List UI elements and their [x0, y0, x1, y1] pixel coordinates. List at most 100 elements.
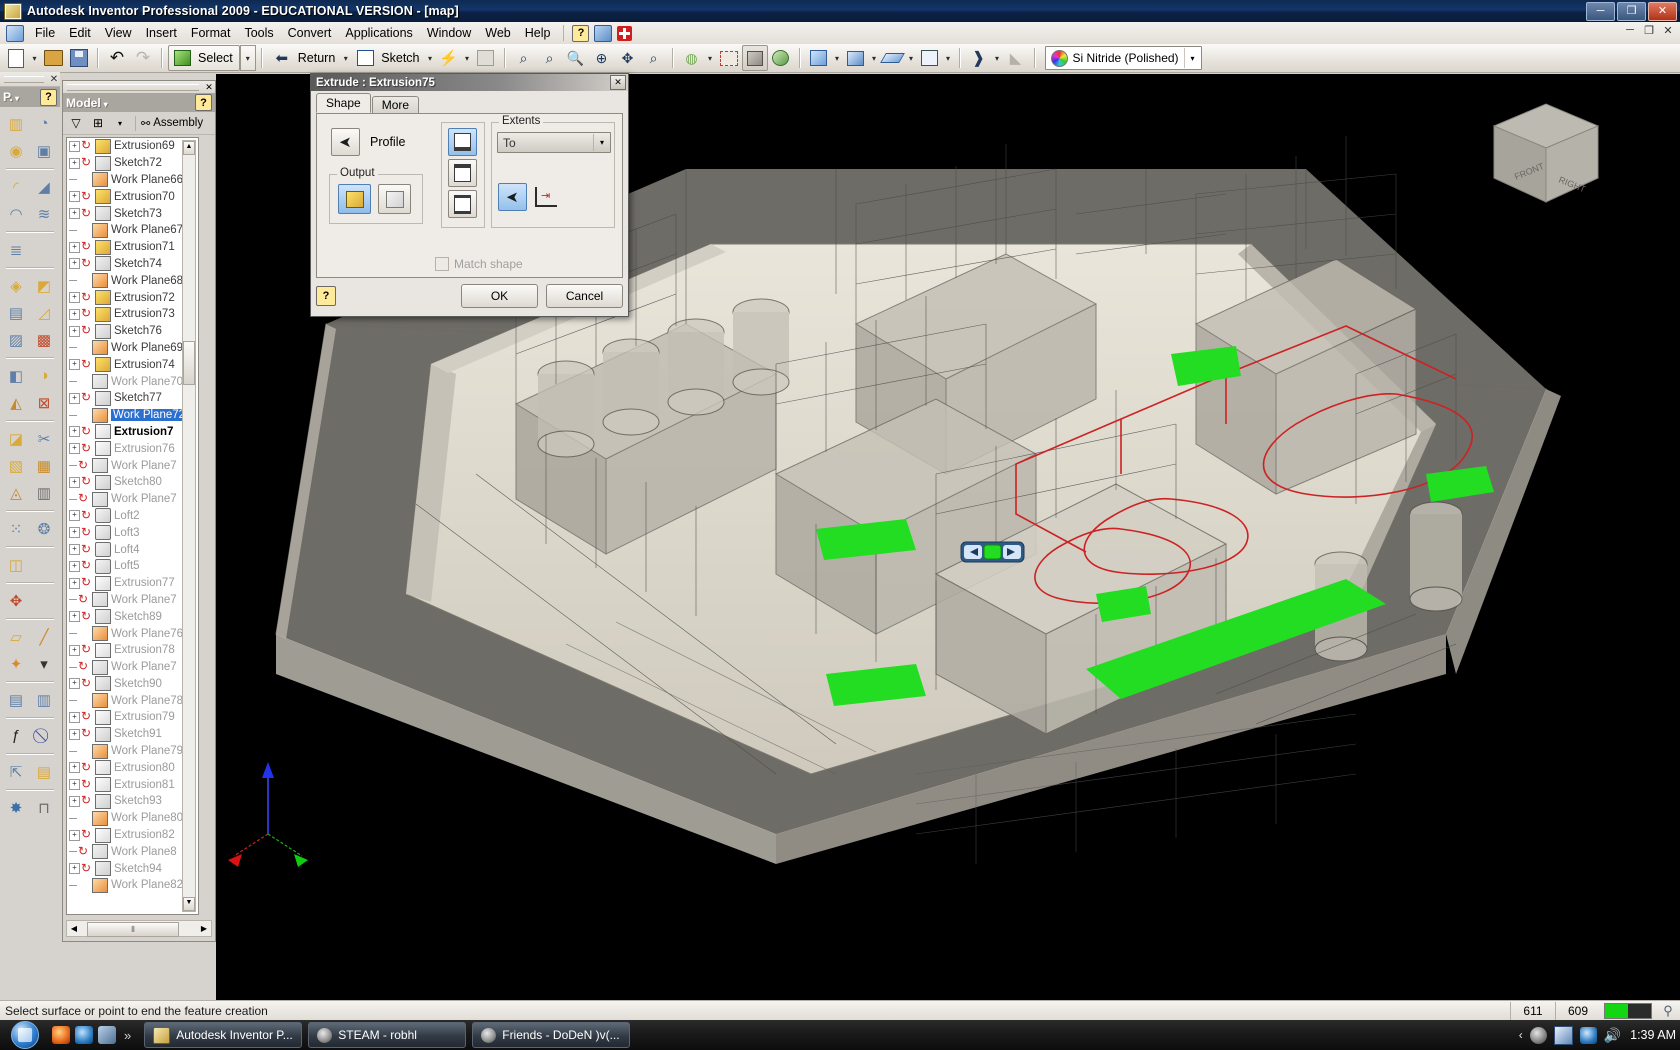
match-shape-row[interactable]: Match shape — [435, 257, 523, 271]
internet-explorer-icon[interactable] — [75, 1026, 93, 1044]
derive-icon[interactable]: ▩ — [31, 327, 57, 352]
direction-symmetric-button[interactable] — [448, 190, 477, 218]
tree-item-extrusion70[interactable]: + Extrusion70 — [67, 188, 184, 205]
save-file-icon[interactable] — [66, 45, 92, 71]
tree-item-work-plane82[interactable]: Work Plane82 — [67, 877, 184, 894]
direction-1-button[interactable] — [448, 128, 477, 156]
tree-expand-icon[interactable]: + — [69, 208, 80, 220]
minimize-button[interactable]: ─ — [1586, 2, 1615, 21]
tree-expand-icon[interactable]: + — [69, 577, 80, 589]
steam-tray-icon[interactable] — [1529, 1026, 1547, 1044]
fillet-icon[interactable]: ◜ — [3, 174, 29, 199]
tree-item-sketch73[interactable]: + Sketch73 — [67, 205, 184, 222]
extrude-dialog[interactable]: Extrude : Extrusion75 ✕ Shape More ➤ Pro… — [310, 73, 629, 317]
tree-expand-icon[interactable]: + — [69, 476, 80, 488]
tree-item-sketch77[interactable]: + Sketch77 — [67, 390, 184, 407]
return-dropdown-icon[interactable]: ▾ — [340, 47, 351, 69]
taskbar-item-steam[interactable]: STEAM - robhl — [308, 1022, 467, 1048]
tree-scroll-left-icon[interactable]: ◀ — [67, 924, 81, 933]
mdi-minimize-button[interactable]: ─ — [1622, 24, 1638, 37]
tree-item-work-plane7[interactable]: Work Plane7 — [67, 491, 184, 508]
tray-expand-icon[interactable]: ‹ — [1519, 1028, 1523, 1042]
panel-bar-help-icon[interactable]: ? — [40, 88, 57, 106]
tree-expand-icon[interactable]: + — [69, 426, 80, 438]
tree-item-loft2[interactable]: + Loft2 — [67, 508, 184, 525]
tree-item-work-plane8[interactable]: Work Plane8 — [67, 843, 184, 860]
panel-bar-grip[interactable]: ✕ — [0, 72, 60, 87]
plane-dropdown-icon[interactable]: ▾ — [906, 47, 917, 69]
sketch-dropdown-icon[interactable]: ▾ — [425, 47, 436, 69]
extend-faces-icon[interactable]: ⇥ — [535, 187, 557, 207]
tree-item-loft3[interactable]: + Loft3 — [67, 524, 184, 541]
insert-icon[interactable]: ▤ — [31, 759, 57, 784]
face-draft-icon[interactable]: ◭ — [3, 390, 29, 415]
model-tree[interactable]: + Extrusion69 + Sketch72 Work Plane66 + Extrus… — [66, 137, 199, 915]
select-button[interactable]: Select — [168, 45, 240, 71]
panel-bar-title[interactable]: P. ▾ ? — [0, 87, 60, 107]
mdi-restore-button[interactable]: ❐ — [1641, 24, 1657, 37]
extrude-dialog-close-icon[interactable]: ✕ — [610, 75, 626, 90]
tree-expand-icon[interactable]: + — [69, 392, 80, 404]
menu-insert[interactable]: Insert — [139, 23, 184, 43]
tree-item-extrusion76[interactable]: + Extrusion76 — [67, 440, 184, 457]
tree-item-extrusion82[interactable]: + Extrusion82 — [67, 827, 184, 844]
menu-format[interactable]: Format — [184, 23, 238, 43]
tree-item-extrusion69[interactable]: + Extrusion69 — [67, 138, 184, 155]
split-icon[interactable]: ◧ — [3, 363, 29, 388]
tree-expand-icon[interactable]: + — [69, 191, 80, 203]
material-dropdown-icon[interactable]: ▾ — [1183, 48, 1201, 68]
menu-view[interactable]: View — [98, 23, 139, 43]
menu-web[interactable]: Web — [478, 23, 517, 43]
direction-2-button[interactable] — [448, 159, 477, 187]
quick-launch-more-icon[interactable]: » — [121, 1028, 134, 1043]
shaded-cube-icon[interactable] — [806, 45, 832, 71]
tree-expand-icon[interactable]: + — [69, 644, 80, 656]
tree-item-extrusion81[interactable]: + Extrusion81 — [67, 776, 184, 793]
tree-item-extrusion78[interactable]: + Extrusion78 — [67, 642, 184, 659]
tree-expand-icon[interactable]: + — [69, 728, 80, 740]
taskbar-item-friends[interactable]: Friends - DoDeN )v(... — [472, 1022, 631, 1048]
tree-hscroll-thumb[interactable]: ⦀ — [87, 922, 179, 937]
tree-expand-icon[interactable]: + — [69, 308, 80, 320]
new-file-dropdown-icon[interactable]: ▾ — [29, 47, 40, 69]
browser-dropdown-icon[interactable]: ▾ — [104, 100, 108, 109]
tree-item-sketch72[interactable]: + Sketch72 — [67, 155, 184, 172]
sweep-icon[interactable]: ◠ — [3, 201, 29, 226]
stitch-icon[interactable]: ✂ — [31, 426, 57, 451]
return-button[interactable]: ⬅ Return — [268, 45, 341, 71]
tree-expand-icon[interactable]: + — [69, 241, 80, 253]
menu-window[interactable]: Window — [420, 23, 478, 43]
tree-expand-icon[interactable]: + — [69, 527, 80, 539]
promote-icon[interactable]: ▤ — [3, 687, 29, 712]
show-desktop-icon[interactable] — [98, 1026, 116, 1044]
window-tray-icon[interactable] — [1553, 1025, 1573, 1045]
match-shape-checkbox[interactable] — [435, 257, 449, 271]
tree-item-loft4[interactable]: + Loft4 — [67, 541, 184, 558]
tree-item-work-plane72[interactable]: Work Plane72 — [67, 407, 188, 424]
quad-view-icon[interactable] — [917, 45, 943, 71]
chamfer-icon[interactable]: ◢ — [31, 174, 57, 199]
update-icon[interactable]: ⚡ — [436, 45, 462, 71]
orbit-dropdown-icon[interactable]: ▾ — [705, 47, 716, 69]
browser-help-icon[interactable]: ? — [195, 94, 212, 111]
suppress-icon[interactable]: ⃠ — [31, 723, 57, 748]
perspective-dropdown-icon[interactable]: ▾ — [869, 47, 880, 69]
menu-convert[interactable]: Convert — [281, 23, 339, 43]
select-dropdown-icon[interactable]: ▾ — [239, 45, 256, 71]
new-file-icon[interactable] — [3, 45, 29, 71]
tab-more[interactable]: More — [371, 96, 420, 113]
tree-item-loft5[interactable]: + Loft5 — [67, 558, 184, 575]
material-combo[interactable]: Si Nitride (Polished) ▾ — [1044, 46, 1202, 70]
browser-title-bar[interactable]: Model ▾ ? — [63, 93, 215, 112]
tree-scroll-thumb[interactable] — [183, 341, 195, 385]
replace-face-icon[interactable]: ▧ — [3, 453, 29, 478]
menu-applications[interactable]: Applications — [338, 23, 419, 43]
help-question-icon[interactable]: ? — [572, 24, 590, 42]
shadow-icon[interactable] — [768, 45, 794, 71]
tree-item-sketch93[interactable]: + Sketch93 — [67, 793, 184, 810]
sketch-doctor-icon[interactable] — [473, 45, 499, 71]
tree-item-work-plane70[interactable]: Work Plane70 — [67, 373, 184, 390]
tree-item-sketch89[interactable]: + Sketch89 — [67, 608, 184, 625]
menu-help[interactable]: Help — [518, 23, 558, 43]
display-shaded-icon[interactable] — [741, 45, 768, 71]
